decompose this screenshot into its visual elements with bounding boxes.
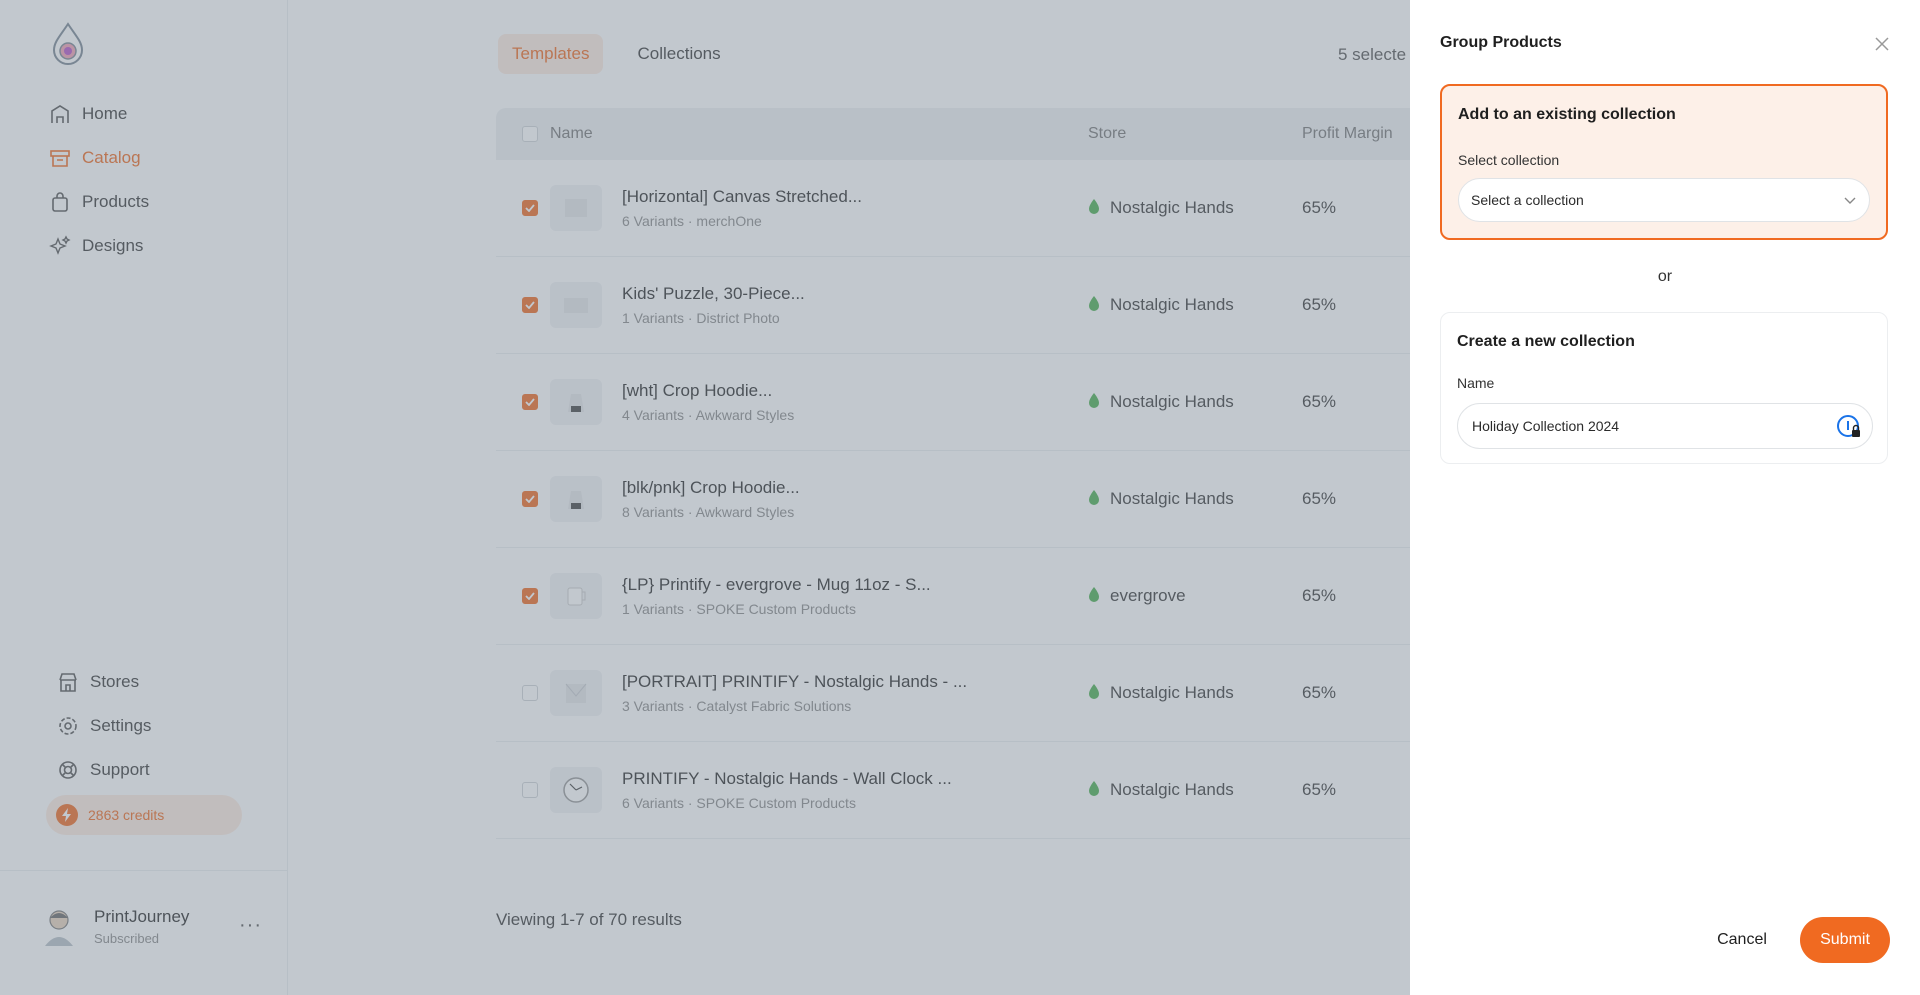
new-collection-card[interactable]: Create a new collection Name Holiday Col… — [1440, 312, 1888, 464]
collection-select-value: Select a collection — [1471, 192, 1584, 208]
chevron-down-icon — [1844, 197, 1856, 204]
collection-select[interactable]: Select a collection — [1458, 178, 1870, 222]
new-collection-title: Create a new collection — [1457, 333, 1635, 350]
modal-backdrop[interactable] — [0, 0, 1410, 995]
or-divider: or — [1657, 268, 1673, 285]
collection-name-input[interactable]: Holiday Collection 2024 — [1457, 403, 1873, 449]
existing-collection-card[interactable]: Add to an existing collection Select col… — [1440, 84, 1888, 240]
group-products-panel: Group Products Add to an existing collec… — [1410, 0, 1920, 995]
collection-name-value: Holiday Collection 2024 — [1472, 418, 1620, 434]
password-manager-icon[interactable] — [1836, 414, 1862, 440]
submit-button[interactable]: Submit — [1800, 917, 1890, 963]
cancel-button[interactable]: Cancel — [1702, 920, 1782, 960]
select-collection-label: Select collection — [1458, 152, 1560, 168]
name-label: Name — [1457, 375, 1495, 391]
existing-collection-title: Add to an existing collection — [1458, 106, 1676, 123]
panel-title: Group Products — [1440, 34, 1562, 51]
close-icon[interactable] — [1874, 36, 1890, 52]
